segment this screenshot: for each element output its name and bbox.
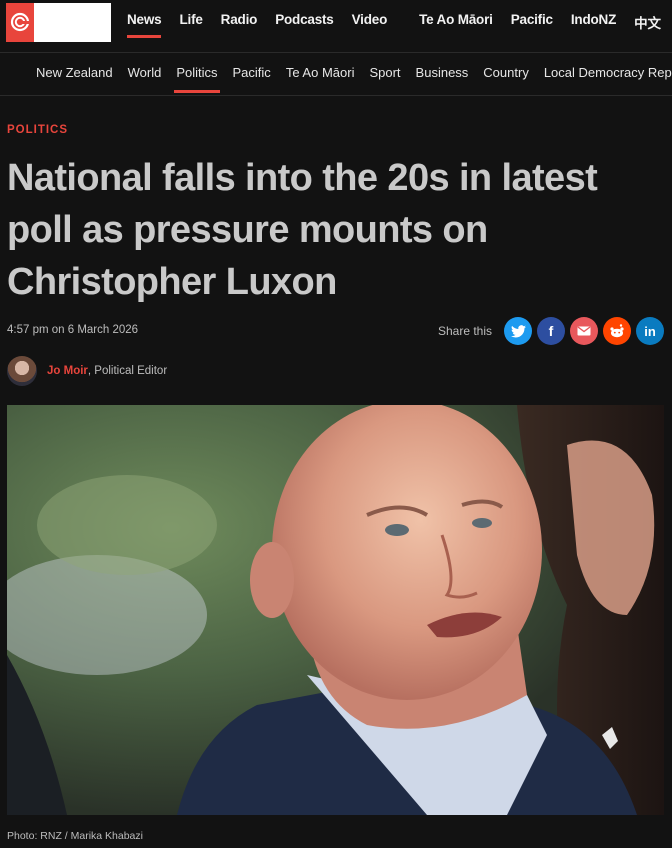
author-avatar — [7, 356, 37, 386]
author-role: , Political Editor — [87, 365, 168, 377]
main-nav-chinese[interactable]: 中文 — [634, 12, 661, 32]
section-nav-country[interactable]: Country — [483, 65, 529, 80]
facebook-icon[interactable]: f — [537, 317, 565, 345]
share-bar: Share this f in — [438, 317, 664, 345]
reddit-icon[interactable] — [603, 317, 631, 345]
byline: Jo Moir, Political Editor — [7, 356, 167, 386]
nav-separator — [405, 12, 419, 32]
main-nav: News Life Radio Podcasts Video Te Ao Māo… — [127, 12, 672, 38]
main-nav-radio[interactable]: Radio — [221, 12, 258, 32]
article-section-kicker[interactable]: POLITICS — [7, 124, 68, 136]
main-nav-podcasts[interactable]: Podcasts — [275, 12, 334, 32]
section-nav: New Zealand World Politics Pacific Te Ao… — [0, 52, 672, 96]
main-nav-pacific[interactable]: Pacific — [511, 12, 553, 32]
article-photo-illustration — [7, 405, 664, 815]
linkedin-icon[interactable]: in — [636, 317, 664, 345]
article-dateline: 4:57 pm on 6 March 2026 — [7, 324, 139, 336]
email-icon[interactable] — [570, 317, 598, 345]
section-nav-te-ao-maori[interactable]: Te Ao Māori — [286, 65, 355, 80]
rnz-logo[interactable] — [6, 3, 111, 42]
main-nav-news[interactable]: News — [127, 12, 162, 38]
section-nav-pacific[interactable]: Pacific — [233, 65, 271, 80]
rnz-logo-mark — [6, 3, 34, 42]
article-headline: National falls into the 20s in latest po… — [7, 157, 598, 303]
section-nav-sport[interactable]: Sport — [369, 65, 400, 80]
share-label: Share this — [437, 324, 492, 338]
main-nav-te-ao-maori[interactable]: Te Ao Māori — [419, 12, 493, 32]
author-name-link[interactable]: Jo Moir — [47, 365, 88, 377]
main-nav-indonz[interactable]: IndoNZ — [571, 12, 616, 32]
photo-caption: Photo: RNZ / Marika Khabazi — [7, 830, 143, 842]
section-nav-business[interactable]: Business — [416, 65, 469, 80]
section-nav-politics[interactable]: Politics — [174, 65, 220, 93]
main-nav-video[interactable]: Video — [352, 12, 388, 32]
section-nav-local-democracy[interactable]: Local Democracy Rep — [544, 65, 672, 80]
section-nav-new-zealand[interactable]: New Zealand — [36, 65, 113, 80]
article-photo — [7, 405, 664, 815]
top-bar: News Life Radio Podcasts Video Te Ao Māo… — [0, 0, 672, 44]
main-nav-life[interactable]: Life — [179, 12, 202, 32]
section-nav-world[interactable]: World — [128, 65, 162, 80]
twitter-icon[interactable] — [504, 317, 532, 345]
